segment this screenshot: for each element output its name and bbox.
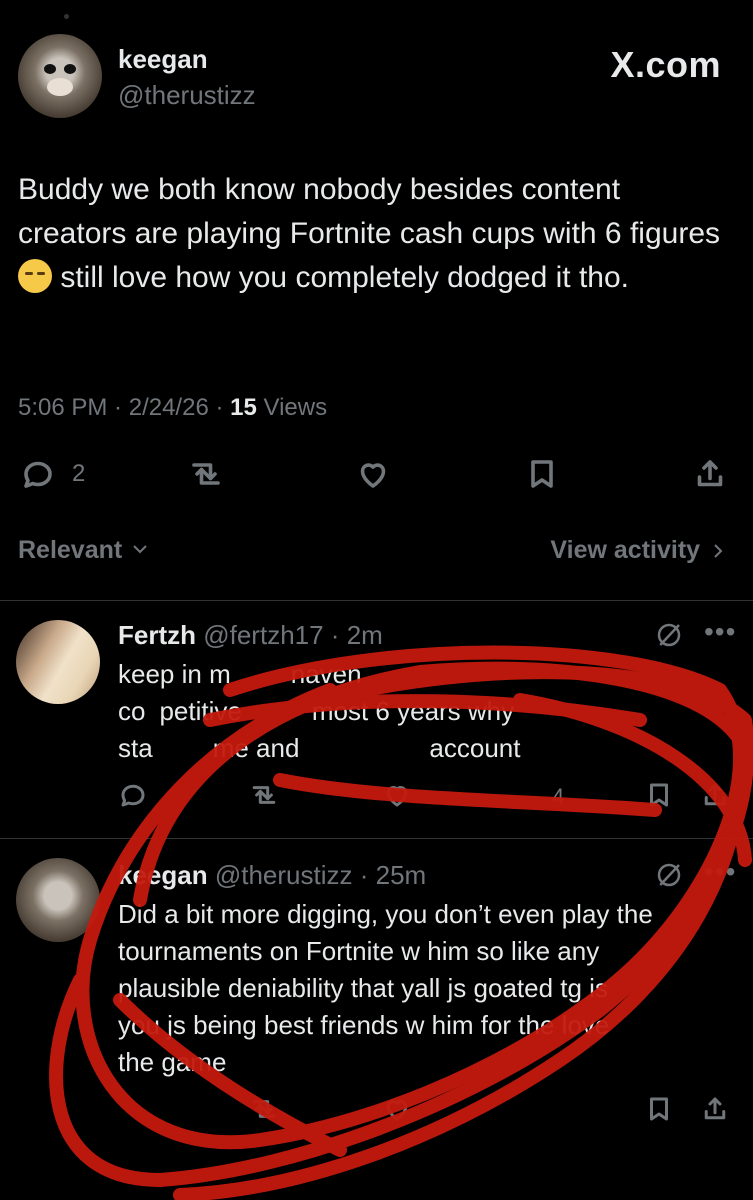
tweet-text-part-1: Buddy we both know nobody besides conten… (18, 173, 720, 250)
view-activity-label: View activity (550, 536, 701, 564)
reply-2-age: 25m (375, 860, 427, 890)
views-count: 15 (230, 394, 257, 421)
like-icon[interactable] (354, 456, 392, 492)
bookmark-icon[interactable] (524, 456, 560, 492)
author-name[interactable]: keegan (118, 44, 208, 75)
reply-2-like-icon[interactable] (382, 1094, 412, 1124)
reply-1-like-icon[interactable] (382, 780, 412, 810)
tweet-date: 2/24/26 (128, 394, 209, 421)
reply-1-text: keep in m naven co petitive most 6 years wh… (118, 656, 718, 767)
tweet-text: Buddy we both know nobody besides conten… (18, 168, 728, 300)
reply-1-name[interactable]: Fertzh (118, 620, 196, 650)
reply-2-line-1: Did a bit more digging, you don’t even p… (118, 899, 653, 929)
reply-2-line-3: plausible deniability that yall js goate… (118, 973, 608, 1003)
more-options-icon-2[interactable]: ••• (704, 856, 736, 888)
reply-icon[interactable] (20, 456, 56, 492)
more-options-icon[interactable]: ••• (704, 616, 736, 648)
reply-avatar-fertzh[interactable] (16, 620, 100, 704)
view-activity-link[interactable]: View activity (550, 536, 725, 565)
reply-2-bookmark-icon[interactable] (644, 1094, 674, 1124)
reply-1-bookmark-icon[interactable] (644, 780, 674, 810)
reply-2-retweet-icon[interactable] (248, 1094, 280, 1124)
reply-2-line-2: tournaments on Fortnite w him so like an… (118, 936, 600, 966)
retweet-icon[interactable] (186, 456, 226, 492)
sort-relevant-dropdown[interactable]: Relevant (18, 536, 149, 565)
crying-face-emoji-icon (18, 259, 52, 293)
reply-2-handle[interactable]: @therustizz (215, 860, 353, 890)
reply-1-age: 2m (346, 620, 383, 650)
reply-1-share-icon[interactable] (700, 780, 730, 810)
x-brand-logo: X.com (610, 44, 721, 85)
reply-2-share-icon[interactable] (700, 1094, 730, 1124)
tweet-text-part-2: still love how you completely dodged it … (52, 261, 629, 294)
reply-1-line-1: keep in m naven (118, 659, 362, 689)
relevant-label: Relevant (18, 536, 123, 564)
reply-2-name[interactable]: keegan (118, 860, 208, 890)
reply-1-retweet-icon[interactable] (248, 780, 280, 810)
divider-mid (0, 838, 753, 839)
reply-2-text: Did a bit more digging, you don’t even p… (118, 896, 718, 1081)
tweet-meta: 5:06 PM · 2/24/26 · 15 Views (18, 394, 328, 421)
reply-2-header: keegan @therustizz · 25m (118, 860, 427, 890)
reply-1-line-2: co petitive most 6 years why (118, 696, 515, 726)
reply-1-like-count: 4 (552, 784, 565, 809)
tweet-time: 5:06 PM (18, 394, 108, 421)
reply-2-line-5: the game (118, 1047, 227, 1077)
reply-1-header: Fertzh @fertzh17 · 2m (118, 620, 383, 650)
reply-avatar-keegan[interactable] (16, 858, 100, 942)
grok-icon[interactable] (654, 620, 684, 650)
top-dot (64, 14, 69, 19)
author-avatar[interactable] (18, 34, 102, 118)
grok-icon-2[interactable] (654, 860, 684, 890)
divider-top (0, 600, 753, 601)
reply-1-reply-icon[interactable] (118, 780, 148, 810)
reply-1-handle[interactable]: @fertzh17 (203, 620, 323, 650)
reply-2-line-4: you js being best friends w him for the … (118, 1010, 610, 1040)
chevron-right-icon (714, 544, 723, 558)
chevron-down-icon (133, 545, 147, 554)
author-handle[interactable]: @therustizz (118, 80, 256, 111)
reply-count: 2 (72, 460, 86, 487)
reply-1-line-3: sta me and account (118, 733, 521, 763)
views-label[interactable]: Views (264, 394, 328, 421)
share-icon[interactable] (692, 456, 728, 492)
